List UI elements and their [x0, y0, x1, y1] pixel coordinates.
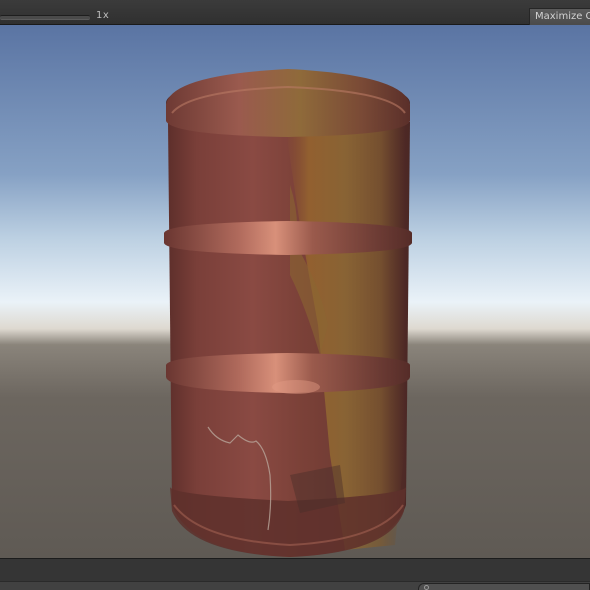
barrel-highlight-spot [272, 380, 320, 394]
game-viewport[interactable] [0, 25, 590, 558]
game-view-toolbar: 1x Maximize On Play [0, 0, 590, 25]
scale-slider-track[interactable] [0, 15, 90, 20]
status-bar [0, 558, 590, 590]
game-view-window: 1x Maximize On Play [0, 0, 590, 590]
maximize-on-play-button[interactable]: Maximize On Play [529, 8, 590, 25]
scale-value-label: 1x [96, 10, 110, 21]
search-field[interactable] [418, 583, 590, 590]
oil-barrel[interactable] [164, 69, 412, 557]
barrel-ring-upper [164, 221, 412, 255]
scale-slider[interactable] [0, 10, 92, 22]
search-icon [424, 585, 429, 590]
